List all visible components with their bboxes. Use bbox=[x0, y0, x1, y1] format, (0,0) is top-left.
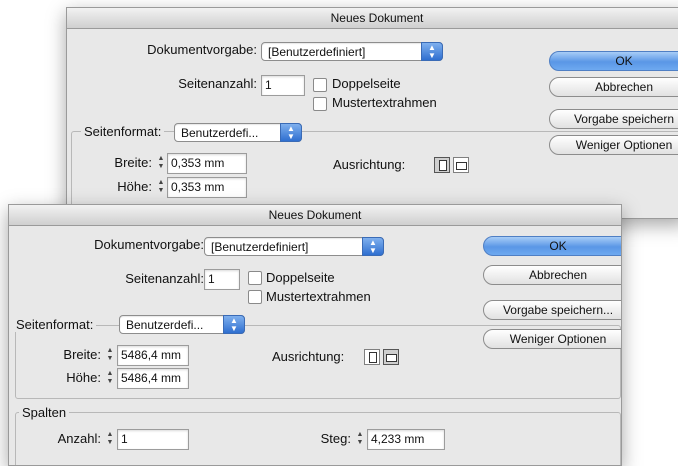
landscape-orientation-icon[interactable] bbox=[453, 157, 469, 173]
format-popup[interactable]: Benutzerdefi... ▲ ▼ bbox=[119, 315, 245, 334]
format-popup[interactable]: Benutzerdefi... ▲ ▼ bbox=[174, 123, 302, 142]
page-format-label: Seitenformat: bbox=[13, 317, 97, 332]
width-label: Breite: bbox=[114, 155, 152, 170]
height-stepper-icon[interactable]: ▲ ▼ bbox=[156, 179, 166, 198]
pages-label: Seitenanzahl: bbox=[178, 76, 257, 91]
preset-popup[interactable]: [Benutzerdefiniert] ▲ ▼ bbox=[204, 237, 384, 256]
master-frame-label: Mustertextrahmen bbox=[266, 289, 371, 304]
master-frame-checkbox[interactable] bbox=[313, 97, 327, 111]
count-input[interactable]: 1 bbox=[117, 429, 189, 450]
dialog-front-title: Neues Dokument bbox=[9, 205, 621, 226]
facing-pages-label: Doppelseite bbox=[266, 270, 335, 285]
popup-arrows-icon: ▲ ▼ bbox=[421, 42, 443, 61]
ok-button[interactable]: OK bbox=[549, 51, 678, 71]
pages-input[interactable]: 1 bbox=[261, 75, 305, 96]
format-popup-value: Benutzerdefi... bbox=[181, 126, 259, 140]
save-preset-button[interactable]: Vorgabe speichern... bbox=[483, 300, 621, 320]
width-stepper-icon[interactable]: ▲ ▼ bbox=[156, 155, 166, 174]
popup-arrows-icon: ▲ ▼ bbox=[223, 315, 245, 334]
pages-label: Seitenanzahl: bbox=[125, 271, 204, 286]
gutter-label: Steg: bbox=[320, 431, 351, 446]
dialog-front: Neues Dokument Dokumentvorgabe: [Benutze… bbox=[8, 204, 622, 466]
portrait-orientation-icon[interactable] bbox=[434, 157, 450, 173]
height-label: Höhe: bbox=[66, 370, 101, 385]
master-frame-checkbox[interactable] bbox=[248, 290, 262, 304]
preset-label: Dokumentvorgabe: bbox=[147, 42, 257, 57]
fewer-options-button[interactable]: Weniger Optionen bbox=[549, 135, 678, 155]
width-input[interactable]: 0,353 mm bbox=[167, 153, 247, 174]
count-stepper-icon[interactable]: ▲ ▼ bbox=[105, 431, 115, 450]
gutter-stepper-icon[interactable]: ▲ ▼ bbox=[355, 431, 365, 450]
gutter-input[interactable]: 4,233 mm bbox=[367, 429, 445, 450]
height-label: Höhe: bbox=[117, 179, 152, 194]
popup-arrows-icon: ▲ ▼ bbox=[362, 237, 384, 256]
page-format-label: Seitenformat: bbox=[81, 124, 165, 139]
dialog-back: Neues Dokument Dokumentvorgabe: [Benutze… bbox=[66, 7, 678, 219]
save-preset-button[interactable]: Vorgabe speichern bbox=[549, 109, 678, 129]
facing-pages-checkbox[interactable] bbox=[313, 78, 327, 92]
preset-popup[interactable]: [Benutzerdefiniert] ▲ ▼ bbox=[261, 42, 443, 61]
orientation-label: Ausrichtung: bbox=[333, 157, 406, 172]
landscape-orientation-icon[interactable] bbox=[383, 349, 399, 365]
height-stepper-icon[interactable]: ▲ ▼ bbox=[105, 370, 115, 389]
preset-label: Dokumentvorgabe: bbox=[94, 237, 204, 252]
height-input[interactable]: 5486,4 mm bbox=[117, 368, 189, 389]
width-stepper-icon[interactable]: ▲ ▼ bbox=[105, 347, 115, 366]
fewer-options-button[interactable]: Weniger Optionen bbox=[483, 329, 621, 349]
pages-input[interactable]: 1 bbox=[204, 269, 240, 290]
width-input[interactable]: 5486,4 mm bbox=[117, 345, 189, 366]
cancel-button[interactable]: Abbrechen bbox=[549, 77, 678, 97]
count-label: Anzahl: bbox=[57, 431, 101, 446]
preset-popup-value: [Benutzerdefiniert] bbox=[268, 45, 366, 59]
width-label: Breite: bbox=[63, 347, 101, 362]
dialog-back-title: Neues Dokument bbox=[67, 8, 678, 29]
columns-label: Spalten bbox=[19, 405, 70, 420]
height-input[interactable]: 0,353 mm bbox=[167, 177, 247, 198]
portrait-orientation-icon[interactable] bbox=[364, 349, 380, 365]
orientation-label: Ausrichtung: bbox=[272, 349, 345, 364]
facing-pages-label: Doppelseite bbox=[332, 76, 401, 91]
format-popup-value: Benutzerdefi... bbox=[126, 318, 204, 332]
master-frame-label: Mustertextrahmen bbox=[332, 95, 437, 110]
facing-pages-checkbox[interactable] bbox=[248, 271, 262, 285]
ok-button[interactable]: OK bbox=[483, 236, 621, 256]
popup-arrows-icon: ▲ ▼ bbox=[280, 123, 302, 142]
cancel-button[interactable]: Abbrechen bbox=[483, 265, 621, 285]
preset-popup-value: [Benutzerdefiniert] bbox=[211, 240, 309, 254]
